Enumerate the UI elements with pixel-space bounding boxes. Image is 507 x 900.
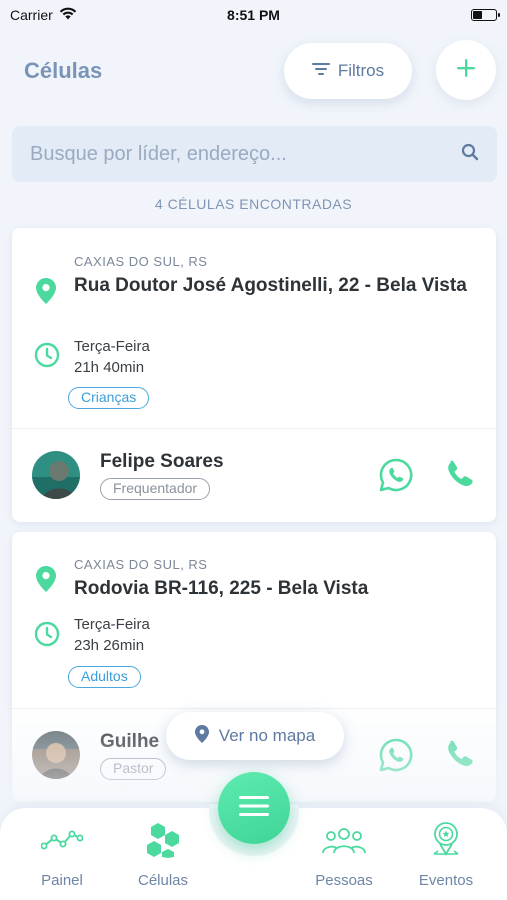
whatsapp-icon[interactable] xyxy=(378,457,414,498)
menu-button[interactable] xyxy=(218,772,290,844)
cell-card[interactable]: CAXIAS DO SUL, RS Rodovia BR-116, 225 - … xyxy=(12,532,496,802)
map-button-label: Ver no mapa xyxy=(218,726,316,745)
card-details: CAXIAS DO SUL, RS Rua Doutor José Agosti… xyxy=(12,228,496,428)
tab-label: Eventos xyxy=(418,872,474,889)
filter-icon xyxy=(311,61,330,81)
avatar xyxy=(32,731,80,779)
tab-label: Pessoas xyxy=(315,872,373,889)
battery-icon xyxy=(471,9,500,21)
tab-label: Células xyxy=(137,872,189,889)
card-schedule: Terça-Feira 21h 40min xyxy=(74,336,150,378)
page-title: Células xyxy=(24,58,103,83)
card-time: 21h 40min xyxy=(74,359,145,376)
add-button[interactable] xyxy=(436,40,496,100)
map-view-button[interactable]: Ver no mapa xyxy=(166,712,344,760)
leader-name: Felipe Soares xyxy=(100,451,224,472)
card-city: CAXIAS DO SUL, RS xyxy=(74,254,208,269)
people-icon xyxy=(299,820,389,860)
location-pin-icon xyxy=(36,566,56,597)
search-icon[interactable] xyxy=(461,143,479,166)
status-left: Carrier xyxy=(10,7,77,23)
role-badge: Pastor xyxy=(100,758,167,780)
audience-tag: Adultos xyxy=(68,666,141,688)
card-time: 23h 26min xyxy=(74,637,145,654)
clock-icon xyxy=(34,342,60,373)
search-input[interactable] xyxy=(30,142,461,166)
card-day: Terça-Feira xyxy=(74,616,150,633)
tab-pessoas[interactable]: Pessoas xyxy=(299,820,389,889)
menu-icon xyxy=(239,795,269,822)
avatar xyxy=(32,451,80,499)
leader-name: Guilhe xyxy=(100,731,160,752)
location-pin-icon xyxy=(194,724,209,748)
carrier-label: Carrier xyxy=(10,7,53,23)
card-address: Rodovia BR-116, 225 - Bela Vista xyxy=(74,578,369,599)
tab-label: Painel xyxy=(41,872,83,889)
card-day: Terça-Feira xyxy=(74,338,150,355)
search-box xyxy=(12,126,497,182)
status-time: 8:51 PM xyxy=(227,7,280,23)
hexagons-icon xyxy=(118,820,208,860)
role-badge: Frequentador xyxy=(100,478,211,500)
status-bar: Carrier 8:51 PM xyxy=(0,0,507,30)
card-city: CAXIAS DO SUL, RS xyxy=(74,557,208,572)
card-address: Rua Doutor José Agostinelli, 22 - Bela V… xyxy=(74,275,467,296)
result-count: 4 CÉLULAS ENCONTRADAS xyxy=(154,196,353,212)
filter-label: Filtros xyxy=(337,61,385,80)
phone-icon[interactable] xyxy=(444,739,474,774)
card-details: CAXIAS DO SUL, RS Rodovia BR-116, 225 - … xyxy=(12,532,496,708)
filter-button[interactable]: Filtros xyxy=(284,43,412,99)
audience-tag: Crianças xyxy=(68,387,150,409)
plus-icon xyxy=(455,57,477,84)
tab-celulas[interactable]: Células xyxy=(118,820,208,889)
whatsapp-icon[interactable] xyxy=(378,737,414,778)
card-schedule: Terça-Feira 23h 26min xyxy=(74,614,150,656)
tab-painel[interactable]: Painel xyxy=(17,820,107,889)
clock-icon xyxy=(34,621,60,652)
wifi-icon xyxy=(59,7,77,23)
location-pin-icon xyxy=(36,278,56,309)
phone-icon[interactable] xyxy=(444,459,474,494)
header: Células Filtros xyxy=(0,40,507,102)
location-badge-icon xyxy=(401,820,491,860)
card-leader: Felipe Soares Frequentador xyxy=(12,429,496,522)
chart-line-icon xyxy=(17,820,107,860)
tab-eventos[interactable]: Eventos xyxy=(401,820,491,889)
cell-card[interactable]: CAXIAS DO SUL, RS Rua Doutor José Agosti… xyxy=(12,228,496,522)
